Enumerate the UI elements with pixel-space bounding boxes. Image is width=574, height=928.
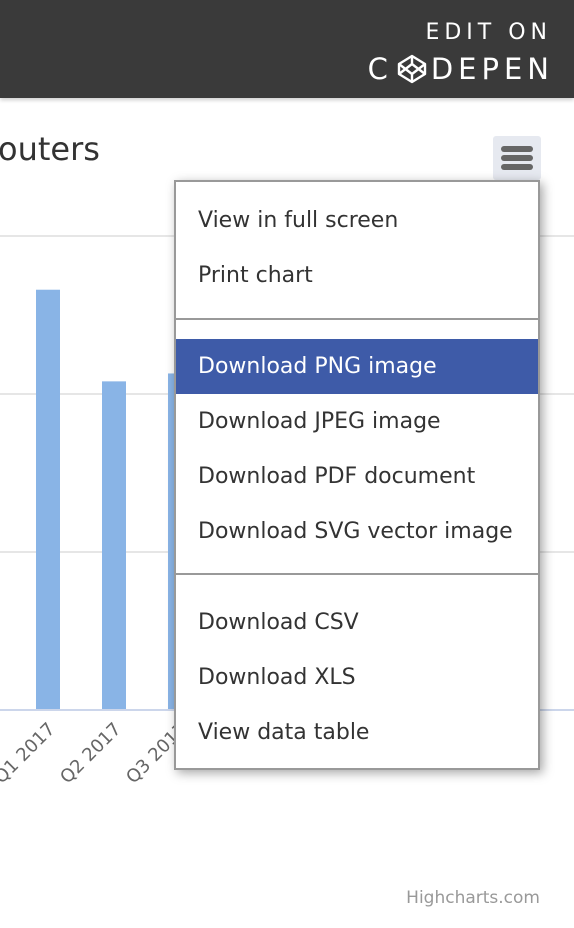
menu-item-download-jpeg[interactable]: Download JPEG image [176, 394, 538, 449]
menu-item-download-pdf[interactable]: Download PDF document [176, 449, 538, 504]
hamburger-icon-bar [501, 164, 533, 170]
menu-separator [176, 318, 538, 320]
credits-link[interactable]: Highcharts.com [406, 888, 540, 908]
menu-item-download-png[interactable]: Download PNG image [176, 339, 538, 394]
codepen-logo: C DEPEN [368, 52, 554, 86]
bar[interactable] [102, 381, 126, 710]
codepen-banner[interactable]: EDIT ON C DEPEN [0, 0, 574, 98]
context-menu-button[interactable] [493, 136, 541, 180]
menu-item-view-full-screen[interactable]: View in full screen [176, 193, 538, 248]
menu-item-download-svg[interactable]: Download SVG vector image [176, 504, 538, 559]
menu-item-print-chart[interactable]: Print chart [176, 248, 538, 303]
edit-on-label: EDIT ON [425, 20, 552, 45]
menu-item-view-data-table[interactable]: View data table [176, 705, 538, 760]
logo-text-left: C [367, 52, 393, 86]
menu-item-download-csv[interactable]: Download CSV [176, 595, 538, 650]
menu-item-download-xls[interactable]: Download XLS [176, 650, 538, 705]
chart-title: outers [0, 130, 100, 168]
bar[interactable] [36, 289, 60, 710]
export-menu: View in full screen Print chart Download… [174, 180, 540, 770]
logo-text-right: DEPEN [430, 52, 554, 86]
x-tick-label: Q1 2017 [0, 719, 60, 788]
x-tick-label: Q2 2017 [56, 719, 125, 788]
hamburger-icon-bar [501, 155, 533, 161]
hamburger-icon [501, 146, 533, 152]
codepen-cube-icon [397, 54, 427, 84]
menu-separator [176, 573, 538, 575]
